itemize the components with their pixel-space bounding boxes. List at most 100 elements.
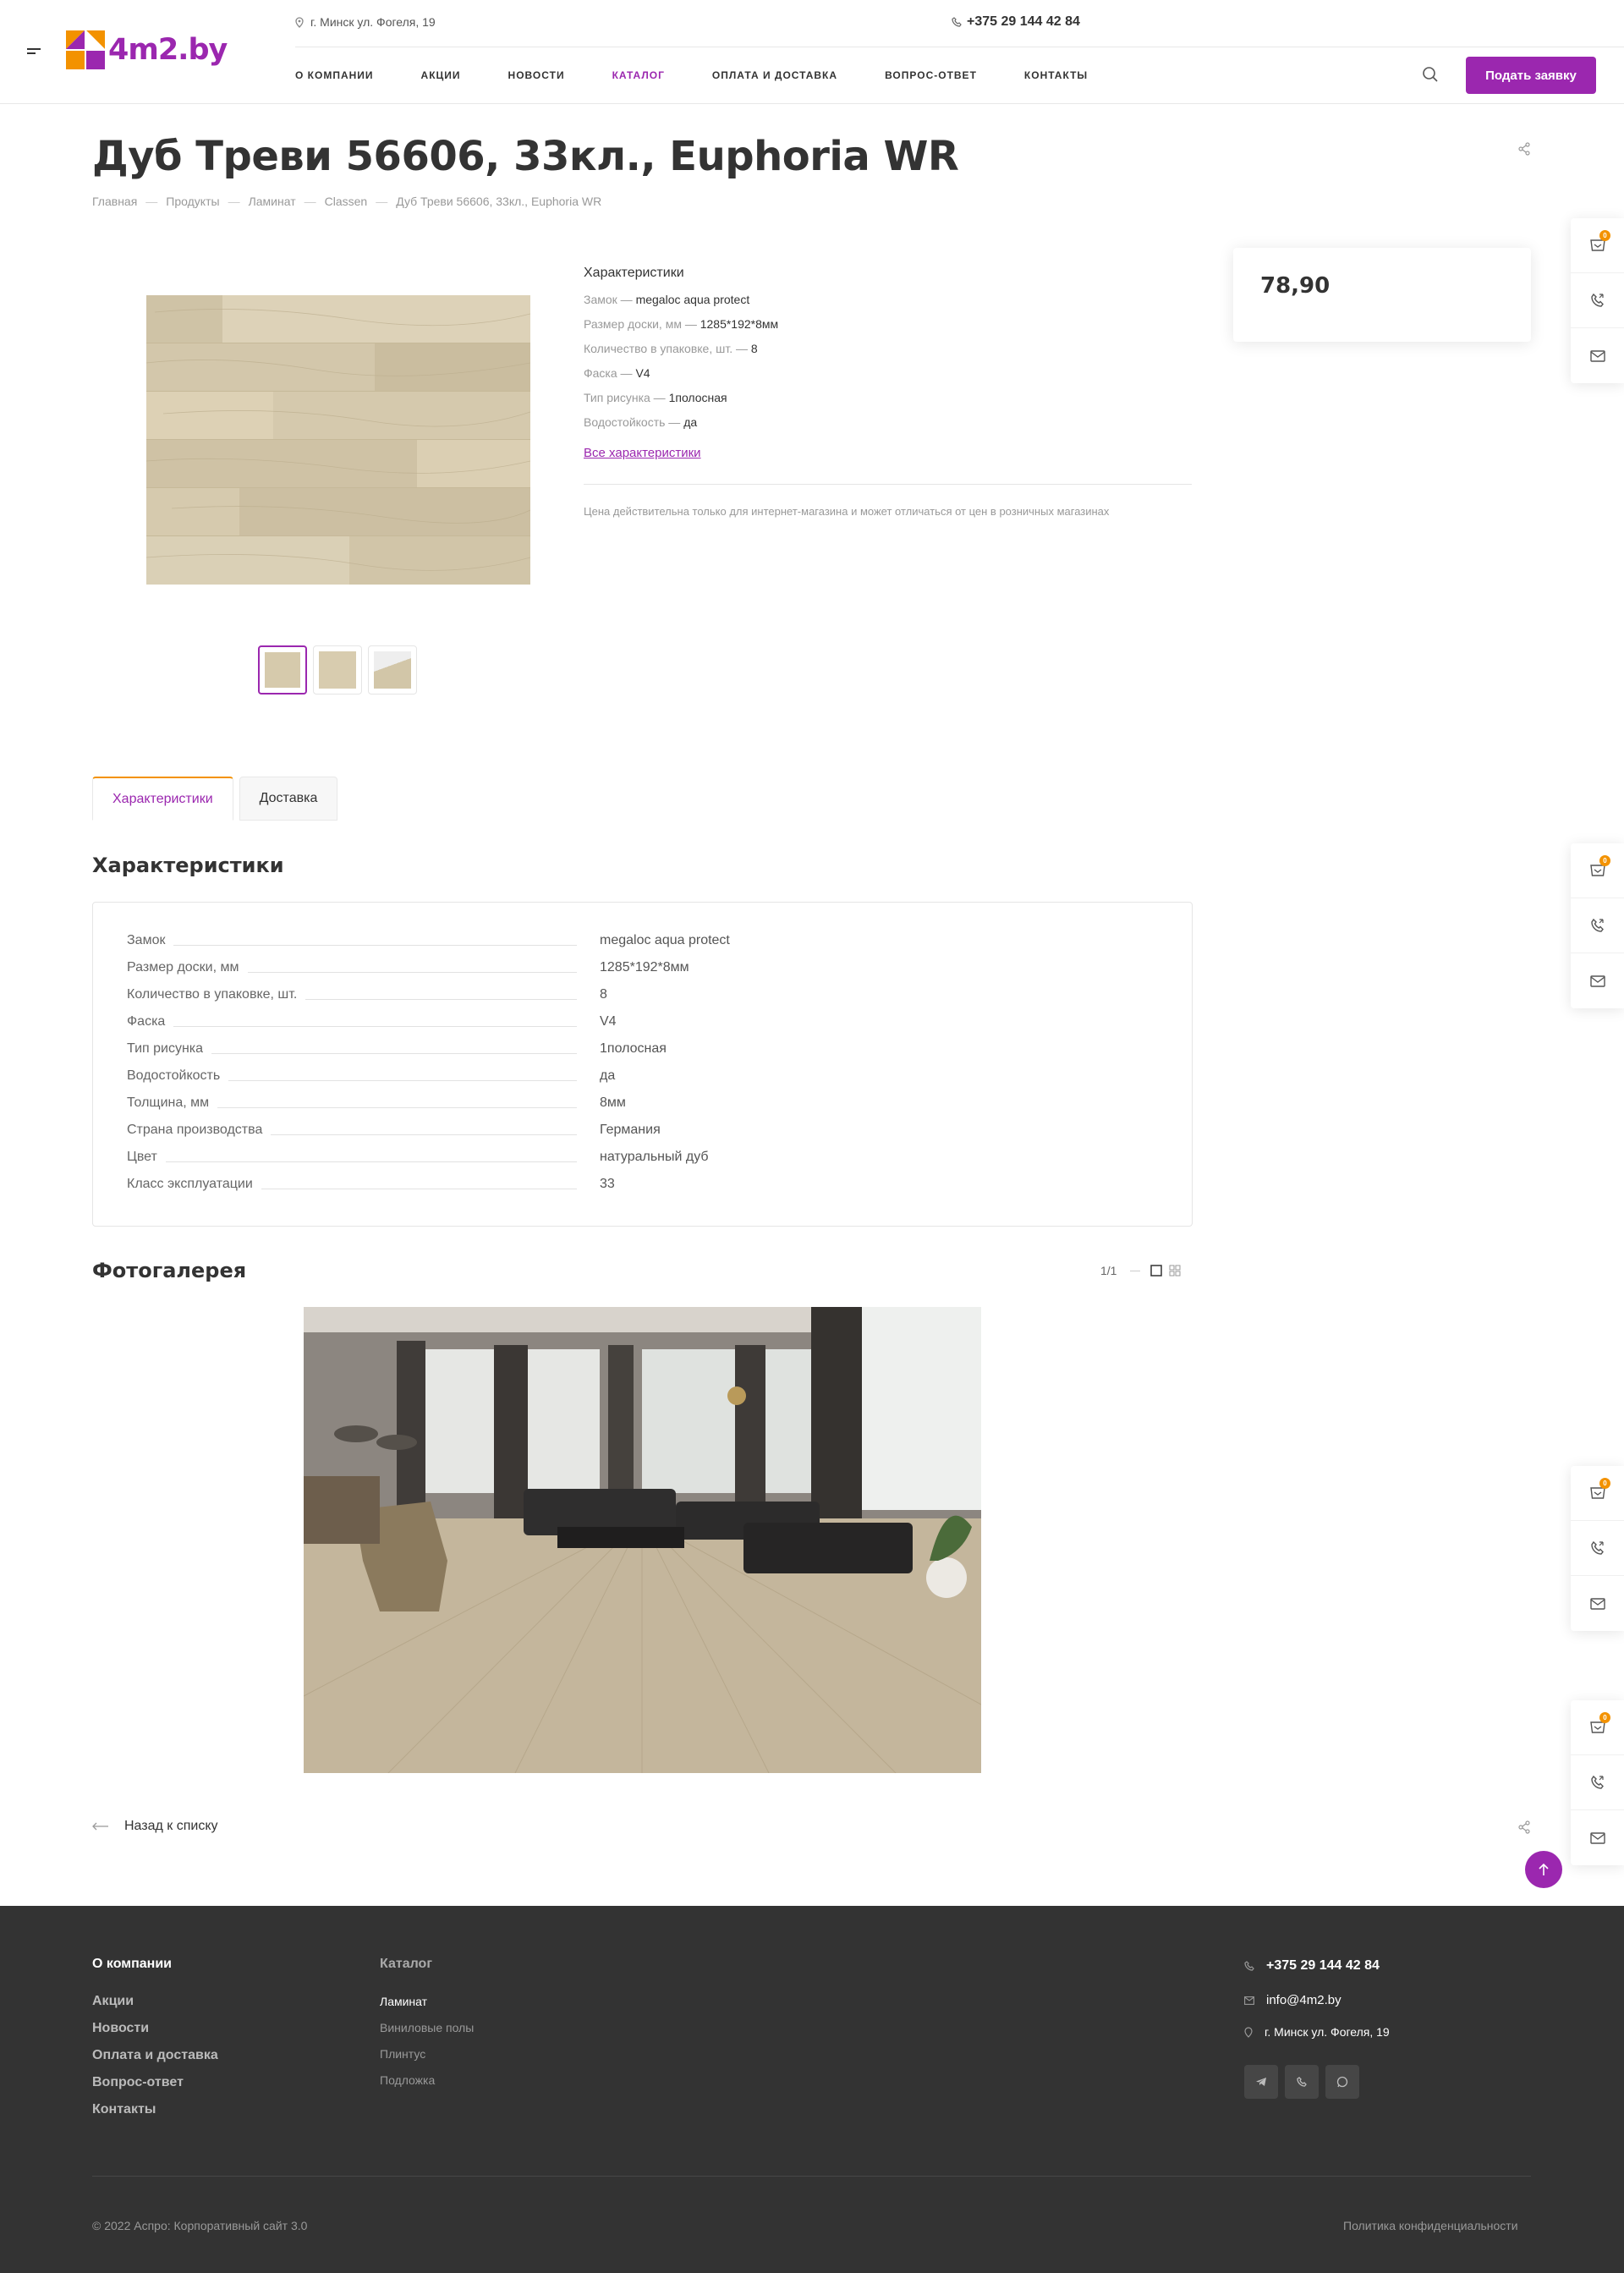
phone-icon (952, 17, 962, 27)
nav-item-promo[interactable]: Акции (421, 69, 461, 81)
property-line: Тип рисунка — 1полосная (584, 391, 727, 404)
side-action-panel: 0 (1571, 1466, 1624, 1631)
phone-callback-icon (1590, 293, 1604, 307)
telegram-button[interactable] (1244, 2065, 1278, 2099)
footer-link-vinyl[interactable]: Виниловые полы (380, 2021, 474, 2034)
header-phone[interactable]: +375 29 144 42 84 (952, 14, 1080, 30)
message-button[interactable] (1571, 328, 1624, 383)
spec-row: Класс эксплуатации 33 (127, 1177, 615, 1192)
tab-characteristics[interactable]: Характеристики (92, 777, 233, 821)
nav-item-delivery[interactable]: Оплата и доставка (712, 69, 837, 81)
gallery-interior-photo[interactable] (304, 1307, 981, 1773)
product-price: 78,90 (1260, 273, 1330, 299)
site-logo[interactable]: 4m2.by (66, 29, 228, 71)
breadcrumb-item-home[interactable]: Главная (92, 195, 137, 208)
price-note: Цена действительна только для интернет-м… (584, 505, 1110, 518)
viber-icon (1297, 2077, 1307, 2087)
property-line: Количество в упаковке, шт. — 8 (584, 342, 758, 355)
message-button[interactable] (1571, 953, 1624, 1008)
properties-title: Характеристики (584, 266, 684, 280)
breadcrumb-separator: — (145, 195, 158, 208)
tab-delivery[interactable]: Доставка (239, 777, 338, 821)
footer-link-contacts[interactable]: Контакты (92, 2102, 156, 2117)
nav-item-contacts[interactable]: Контакты (1024, 69, 1088, 81)
arrow-left-icon (92, 1822, 108, 1831)
breadcrumb-separator: — (304, 195, 316, 208)
product-main-image[interactable] (146, 295, 530, 585)
spec-row: Толщина, мм 8мм (127, 1095, 626, 1111)
cart-button[interactable]: 0 (1571, 1466, 1624, 1521)
submit-request-button[interactable]: Подать заявку (1466, 57, 1596, 94)
search-icon[interactable] (1422, 66, 1439, 83)
spec-row: Водостойкость да (127, 1068, 616, 1084)
footer-email[interactable]: info@4m2.by (1244, 1993, 1341, 2007)
logo-mark-icon (66, 30, 105, 69)
property-line: Фаска — V4 (584, 366, 650, 380)
nav-item-news[interactable]: Новости (508, 69, 565, 81)
breadcrumb-separator: — (228, 195, 240, 208)
spec-row: Фаска V4 (127, 1014, 617, 1029)
whatsapp-button[interactable] (1325, 2065, 1359, 2099)
footer-link-news[interactable]: Новости (92, 2021, 149, 2036)
spec-row: Страна производства Германия (127, 1123, 661, 1138)
callback-button[interactable] (1571, 898, 1624, 953)
breadcrumb-separator: — (376, 195, 388, 208)
logo-text: 4m2.by (108, 33, 228, 67)
viber-button[interactable] (1285, 2065, 1319, 2099)
location-pin-icon (295, 16, 304, 28)
site-header: 4m2.by г. Минск ул. Фогеля, 19 +375 29 1… (0, 0, 1624, 104)
grid-view-icon[interactable] (1169, 1265, 1181, 1277)
cart-button[interactable]: 0 (1571, 218, 1624, 273)
cart-count-badge: 0 (1599, 1478, 1610, 1489)
all-properties-link[interactable]: Все характеристики (584, 446, 701, 460)
callback-button[interactable] (1571, 273, 1624, 328)
footer-link-underlay[interactable]: Подложка (380, 2073, 435, 2087)
footer-divider (92, 2176, 1531, 2177)
footer-address: г. Минск ул. Фогеля, 19 (1244, 2025, 1390, 2039)
breadcrumb-item-products[interactable]: Продукты (166, 195, 219, 208)
nav-item-about[interactable]: О компании (295, 69, 374, 81)
message-button[interactable] (1571, 1576, 1624, 1631)
property-line: Размер доски, мм — 1285*192*8мм (584, 317, 779, 331)
single-view-icon[interactable] (1150, 1265, 1163, 1277)
cart-button[interactable]: 0 (1571, 1700, 1624, 1755)
scroll-to-top-button[interactable] (1525, 1851, 1562, 1888)
back-to-list-link[interactable]: Назад к списку (92, 1819, 218, 1834)
callback-button[interactable] (1571, 1755, 1624, 1810)
mail-icon (1589, 975, 1605, 987)
footer-phone[interactable]: +375 29 144 42 84 (1244, 1958, 1380, 1974)
product-thumbnails (258, 645, 423, 695)
footer-company-title[interactable]: О компании (92, 1957, 172, 1972)
footer-link-promo[interactable]: Акции (92, 1994, 134, 2009)
phone-callback-icon (1590, 1540, 1604, 1555)
burger-menu-icon[interactable] (27, 48, 41, 57)
product-properties: Характеристики Замок — megaloc aqua prot… (584, 266, 1192, 518)
thumbnail-3[interactable] (368, 645, 417, 695)
footer-link-laminate[interactable]: Ламинат (380, 1995, 427, 2008)
divider (584, 484, 1192, 485)
footer-link-delivery[interactable]: Оплата и доставка (92, 2048, 218, 2063)
breadcrumb-item-laminate[interactable]: Ламинат (249, 195, 296, 208)
nav-item-catalog[interactable]: Каталог (612, 69, 665, 81)
callback-button[interactable] (1571, 1521, 1624, 1576)
footer-link-faq[interactable]: Вопрос-ответ (92, 2075, 184, 2090)
thumbnail-2[interactable] (313, 645, 362, 695)
gallery-controls: 1/1 (1100, 1264, 1181, 1277)
footer-catalog-title[interactable]: Каталог (380, 1957, 432, 1972)
footer-phone-text: +375 29 144 42 84 (1266, 1958, 1380, 1973)
share-icon[interactable] (1517, 1820, 1531, 1834)
privacy-policy-link[interactable]: Политика конфиденциальности (1343, 2219, 1518, 2232)
message-button[interactable] (1571, 1810, 1624, 1865)
header-address: г. Минск ул. Фогеля, 19 (295, 15, 436, 29)
breadcrumb-item-classen[interactable]: Classen (325, 195, 368, 208)
mail-icon (1589, 349, 1605, 362)
thumbnail-1[interactable] (258, 645, 307, 695)
header-phone-text: +375 29 144 42 84 (967, 14, 1080, 29)
side-action-panel: 0 (1571, 218, 1624, 383)
nav-item-faq[interactable]: Вопрос-ответ (885, 69, 977, 81)
telegram-icon (1256, 2078, 1266, 2086)
cart-button[interactable]: 0 (1571, 843, 1624, 898)
share-icon[interactable] (1517, 142, 1531, 156)
footer-link-skirting[interactable]: Плинтус (380, 2047, 425, 2061)
back-to-list-label: Назад к списку (124, 1819, 218, 1833)
